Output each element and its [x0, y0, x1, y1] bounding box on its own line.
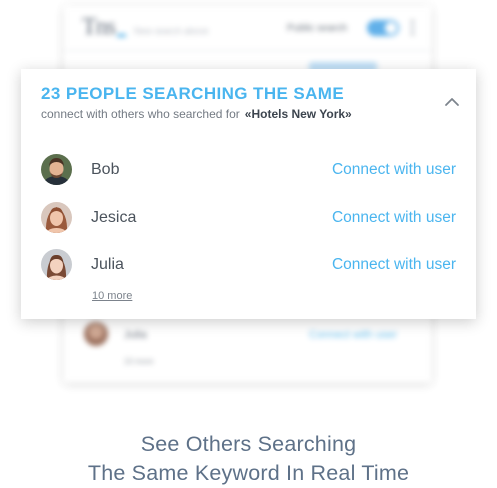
caption-line-1: See Others Searching [140, 432, 357, 456]
app-logo: Tns [82, 14, 116, 40]
user-row: Julia Connect with user [41, 248, 461, 282]
user-row: Bob Connect with user [41, 153, 461, 187]
more-options-icon[interactable] [411, 20, 414, 36]
connect-with-user-link[interactable]: Connect with user [332, 209, 456, 227]
user-name: Jesica [91, 209, 137, 226]
background-avatar [84, 322, 108, 346]
more-users-link[interactable]: 10 more [92, 290, 132, 302]
chevron-up-icon[interactable] [442, 94, 462, 110]
popup-subtitle: connect with others who searched for «Hot… [41, 107, 352, 121]
header-divider [64, 50, 431, 51]
background-connect-link[interactable]: Connect with user [309, 329, 397, 341]
avatar-woman-icon [41, 249, 72, 280]
avatar-woman-icon [41, 202, 72, 233]
user-row: Jesica Connect with user [41, 201, 461, 235]
search-placeholder: New search above [134, 26, 209, 36]
public-search-label: Public search [287, 23, 348, 34]
background-user-name: Julia [124, 329, 147, 341]
popup-subtitle-text: connect with others who searched for [41, 107, 240, 121]
caption-line-2: The Same Keyword In Real Time [87, 461, 410, 485]
background-more-link[interactable]: 10 more [124, 357, 153, 366]
user-name: Bob [91, 161, 120, 178]
connect-with-user-link[interactable]: Connect with user [332, 256, 456, 274]
searching-people-popup: 23 PEOPLE SEARCHING THE SAME connect wit… [21, 69, 476, 319]
connect-with-user-link[interactable]: Connect with user [332, 161, 456, 179]
app-logo-accent [117, 34, 126, 37]
popup-title: 23 PEOPLE SEARCHING THE SAME [41, 84, 345, 103]
avatar-man-icon [41, 154, 72, 185]
public-search-toggle[interactable] [367, 20, 399, 36]
user-name: Julia [91, 256, 124, 273]
search-keyword: «Hotels New York» [244, 107, 352, 121]
